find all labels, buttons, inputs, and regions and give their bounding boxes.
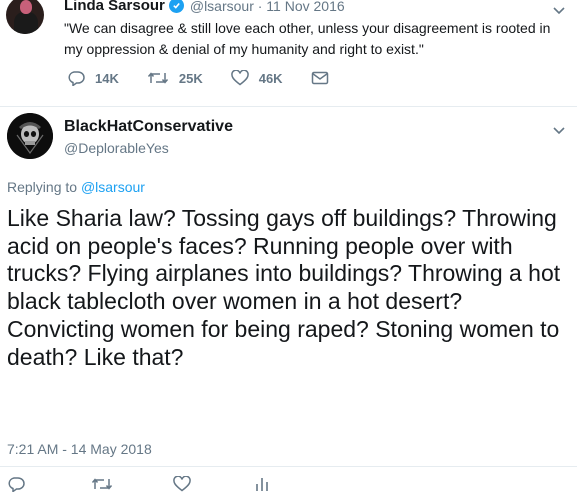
- retweet-count: 25K: [178, 70, 203, 86]
- reply-icon[interactable]: [7, 476, 25, 492]
- replying-to: Replying to @lsarsour: [7, 179, 145, 195]
- quoted-action-bar: 14K 25K 46K: [67, 70, 357, 86]
- quoted-handle-date[interactable]: @lsarsour · 11 Nov 2016: [190, 0, 345, 14]
- chevron-down-icon[interactable]: [552, 6, 566, 16]
- quoted-author-avatar[interactable]: [6, 0, 44, 34]
- reply-button[interactable]: 14K: [67, 70, 119, 86]
- skull-logo-icon: [7, 113, 53, 159]
- tweet-author-avatar[interactable]: [7, 113, 53, 159]
- chevron-down-icon[interactable]: [552, 126, 566, 136]
- quoted-tweet-text: "We can disagree & still love each other…: [64, 20, 551, 57]
- retweet-icon[interactable]: [91, 476, 113, 492]
- reply-icon: [68, 71, 85, 86]
- quoted-author-name[interactable]: Linda Sarsour: [64, 0, 165, 14]
- tweet-author-handle[interactable]: @DeplorableYes: [64, 140, 169, 156]
- verified-icon: [168, 0, 184, 13]
- direct-message-button[interactable]: [311, 70, 329, 86]
- replying-to-prefix: Replying to: [7, 179, 81, 195]
- message-icon: [311, 71, 328, 85]
- tweet-author-name[interactable]: BlackHatConservative: [64, 118, 233, 136]
- like-button[interactable]: 46K: [230, 70, 283, 86]
- divider: [0, 106, 577, 107]
- tweet-text: Like Sharia law? Tossing gays off buildi…: [7, 205, 561, 370]
- reply-count: 14K: [95, 70, 119, 86]
- quoted-author-header: Linda Sarsour @lsarsour · 11 Nov 2016: [64, 0, 345, 14]
- analytics-icon[interactable]: [254, 475, 270, 492]
- retweet-button[interactable]: 25K: [147, 70, 203, 86]
- tweet-action-bar: [7, 474, 567, 496]
- like-icon: [230, 70, 249, 86]
- retweet-icon: [147, 72, 168, 84]
- like-count: 46K: [258, 70, 283, 86]
- divider: [0, 466, 577, 467]
- tweet-timestamp[interactable]: 7:21 AM - 14 May 2018: [7, 441, 152, 457]
- replying-to-link[interactable]: @lsarsour: [81, 179, 145, 195]
- like-icon[interactable]: [173, 476, 191, 492]
